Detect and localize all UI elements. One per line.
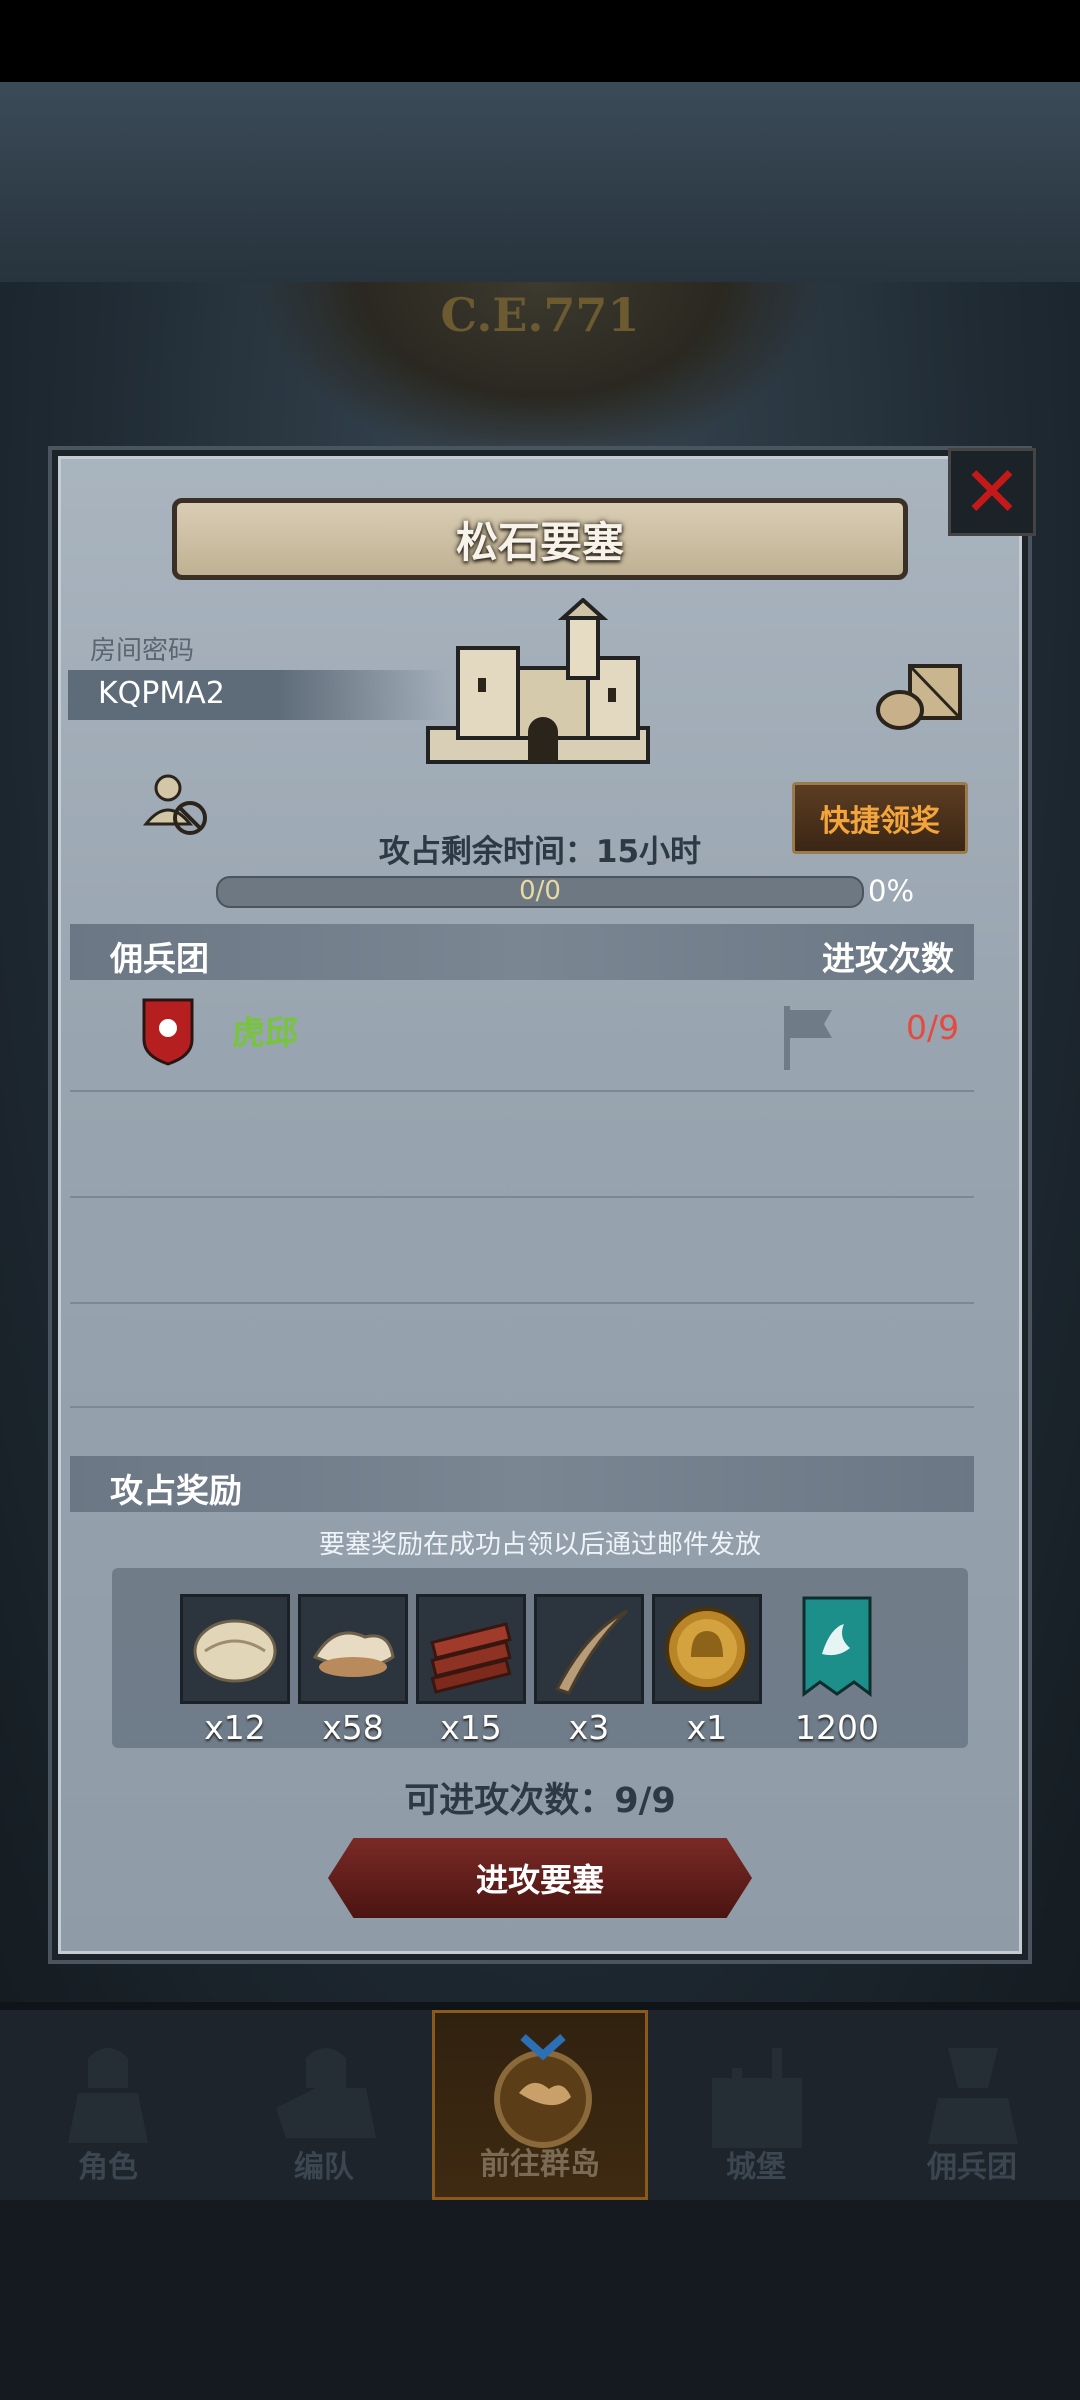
wood-planks-icon xyxy=(430,1622,512,1694)
era-dial: C.E.771 xyxy=(260,282,820,462)
banner-icon xyxy=(802,1596,872,1697)
flag-icon xyxy=(784,1006,832,1070)
fortress-castle-icon xyxy=(426,598,650,764)
mercenary-name: 虎邱 xyxy=(232,1013,298,1052)
reward-item-fur[interactable] xyxy=(180,1594,290,1704)
dialog-title: 松石要塞 xyxy=(455,517,624,567)
nav-item-character[interactable]: 角色 xyxy=(0,2010,216,2200)
reward-qty: x1 xyxy=(686,1708,728,1747)
row-divider xyxy=(70,1196,974,1198)
reward-section-title: 攻占奖励 xyxy=(110,1471,242,1510)
nav-label: 城堡 xyxy=(726,2150,786,2185)
attack-count-header: 进攻次数 xyxy=(822,939,954,978)
nav-item-formation[interactable]: 编队 xyxy=(216,2010,432,2200)
nav-item-mercenary[interactable]: 佣兵团 xyxy=(864,2010,1080,2200)
background-top xyxy=(0,82,1080,282)
nav-label: 角色 xyxy=(78,2150,138,2185)
nav-label: 前往群岛 xyxy=(480,2147,600,2182)
row-divider xyxy=(70,1406,974,1408)
reward-item-wool[interactable] xyxy=(298,1594,408,1704)
knight-icon xyxy=(68,2048,148,2143)
bag-crate-icon[interactable] xyxy=(874,660,966,730)
bottom-nav: 角色 编队 前往群岛 城堡 佣兵团 xyxy=(0,2010,1080,2200)
gold-helmet-coin-icon xyxy=(665,1607,749,1691)
fur-pelt-icon xyxy=(193,1619,277,1683)
nav-item-islands[interactable]: 前往群岛 xyxy=(432,2010,648,2200)
horn-icon xyxy=(554,1609,629,1695)
mercenary-row[interactable]: 虎邱 0/9 xyxy=(70,988,974,1088)
reward-qty: x15 xyxy=(440,1708,502,1747)
background-bottom xyxy=(0,2200,1080,2400)
reward-item-helmet-coin[interactable] xyxy=(652,1594,762,1704)
row-divider xyxy=(70,1090,974,1092)
reward-qty: x58 xyxy=(322,1708,384,1747)
nav-item-castle[interactable]: 城堡 xyxy=(648,2010,864,2200)
progress-percent: 0% xyxy=(868,874,915,908)
era-label: C.E.771 xyxy=(440,288,640,342)
remaining-time: 攻占剩余时间：15小时 xyxy=(378,834,702,870)
remaining-attack-times: 可进攻次数：9/9 xyxy=(404,1781,676,1821)
mercenary-section-title: 佣兵团 xyxy=(110,939,209,978)
progress-text: 0/0 xyxy=(519,876,561,906)
reward-note: 要塞奖励在成功占领以后通过邮件发放 xyxy=(318,1530,761,1560)
room-code-value: KQPMA2 xyxy=(98,676,225,711)
nav-label: 佣兵团 xyxy=(927,2150,1017,2185)
reward-qty: x12 xyxy=(204,1708,266,1747)
mercenary-attack-count: 0/9 xyxy=(906,1008,960,1047)
close-icon: ✕ xyxy=(962,451,1022,533)
mercenary-icon xyxy=(928,2048,1018,2144)
row-divider xyxy=(70,1302,974,1304)
formation-icon xyxy=(276,2048,376,2138)
capture-progress-bar: 0/0 xyxy=(216,876,864,908)
reward-item-horn[interactable] xyxy=(534,1594,644,1704)
reward-item-banner[interactable] xyxy=(792,1594,882,1704)
status-bar xyxy=(0,0,1080,82)
nav-label: 编队 xyxy=(294,2150,354,2185)
attack-fortress-label: 进攻要塞 xyxy=(475,1861,604,1899)
islands-icon xyxy=(494,2034,592,2148)
guild-shield-icon xyxy=(142,998,194,1066)
castle-icon xyxy=(712,2048,802,2148)
room-code-label: 房间密码 xyxy=(90,636,195,666)
attack-fortress-button[interactable]: 进攻要塞 xyxy=(328,1838,752,1918)
reward-qty: 1200 xyxy=(795,1708,879,1747)
wool-icon xyxy=(312,1631,395,1677)
reward-qty: x3 xyxy=(568,1708,610,1747)
dialog-title-banner: 松石要塞 xyxy=(172,498,908,580)
reward-item-wood[interactable] xyxy=(416,1594,526,1704)
close-button[interactable]: ✕ xyxy=(948,448,1036,536)
